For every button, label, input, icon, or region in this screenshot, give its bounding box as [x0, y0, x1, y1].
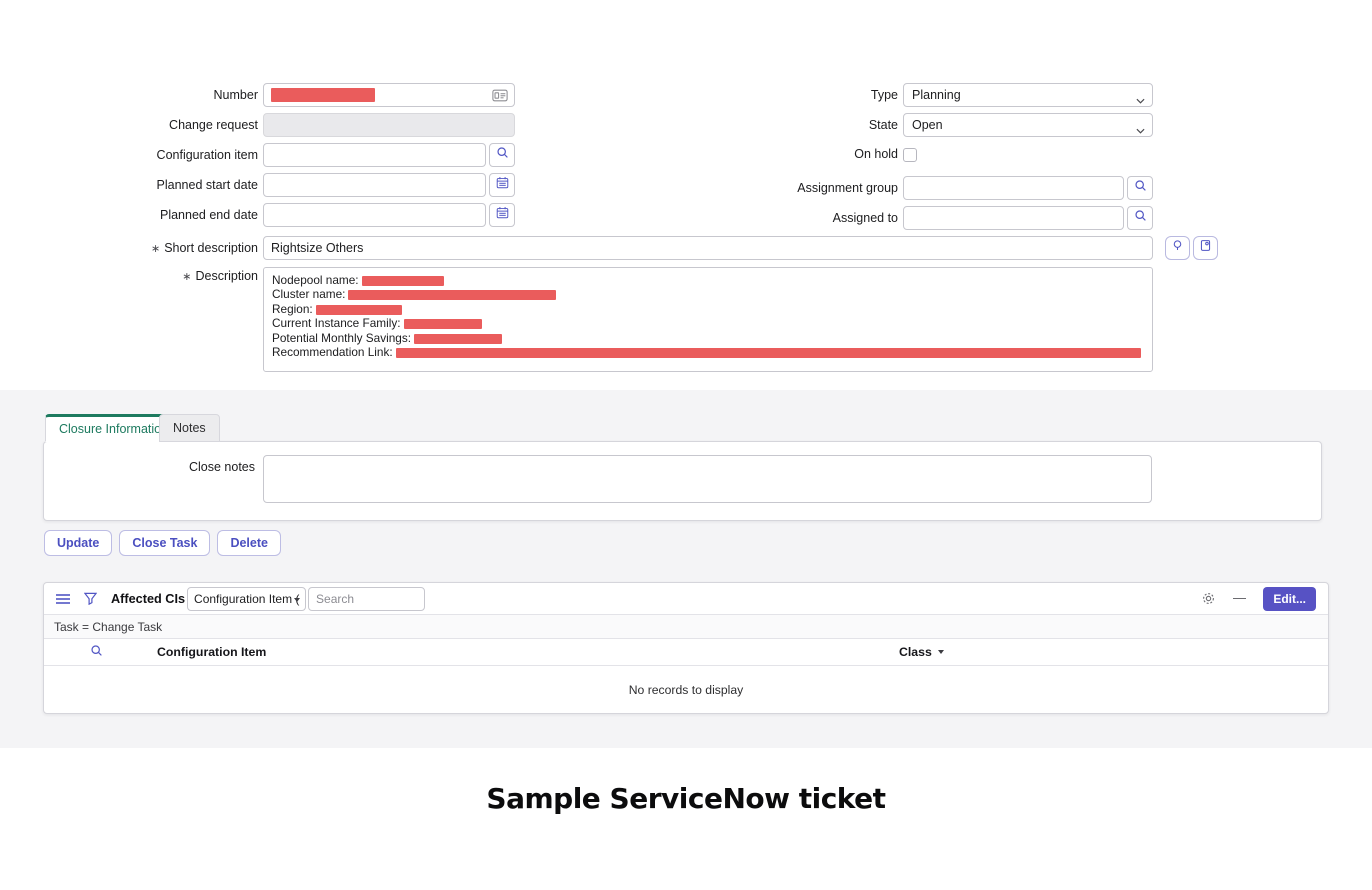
close-notes-textarea[interactable]: [263, 455, 1152, 503]
change-request-field: [263, 113, 515, 137]
column-header-class[interactable]: Class: [899, 645, 944, 659]
description-line: Current Instance Family:: [272, 316, 1144, 330]
affected-cis-toolbar: Affected CIs Configuration Item ( Edit..…: [44, 583, 1328, 614]
type-select[interactable]: Planning: [903, 83, 1153, 107]
chevron-down-icon: [1136, 93, 1145, 107]
assignment-group-field[interactable]: [903, 176, 1124, 200]
caret-down-icon: [938, 650, 944, 654]
assigned-to-field[interactable]: [903, 206, 1124, 230]
update-button[interactable]: Update: [44, 530, 112, 556]
tab-notes[interactable]: Notes: [159, 414, 220, 442]
servicenow-ticket-page: Number Change request Configuration item…: [0, 0, 1372, 890]
preview-record-icon[interactable]: [492, 89, 508, 105]
on-hold-checkbox[interactable]: [903, 148, 917, 162]
planned-start-date-field[interactable]: [263, 173, 486, 197]
form-action-buttons: Update Close Task Delete: [44, 530, 281, 556]
configuration-item-field[interactable]: [263, 143, 486, 167]
list-filter-breadcrumb[interactable]: Task = Change Task: [44, 614, 1328, 638]
redacted-value: [348, 290, 556, 300]
list-header-row: Configuration Item Class: [44, 638, 1328, 666]
description-label: ∗Description: [0, 269, 258, 284]
type-label: Type: [780, 88, 898, 103]
state-select[interactable]: Open: [903, 113, 1153, 137]
planned-start-date-label: Planned start date: [0, 178, 258, 193]
assignment-group-label: Assignment group: [780, 181, 898, 196]
number-label: Number: [0, 88, 258, 103]
redacted-value: [316, 305, 402, 315]
search-icon: [1134, 209, 1147, 227]
configuration-item-label: Configuration item: [0, 148, 258, 163]
image-caption: Sample ServiceNow ticket: [0, 782, 1372, 815]
related-list-controls: Edit...: [1201, 587, 1316, 611]
search-icon: [90, 644, 103, 660]
description-label-row: ∗Description: [0, 269, 258, 284]
redacted-value: [404, 319, 482, 329]
state-label: State: [780, 118, 898, 133]
column-search-button[interactable]: [44, 644, 149, 660]
suggestion-pin-icon: [1171, 239, 1184, 257]
on-hold-row: On hold: [780, 147, 917, 162]
delete-button[interactable]: Delete: [217, 530, 281, 556]
number-field[interactable]: [263, 83, 515, 107]
caret-down-icon: [294, 598, 300, 602]
configuration-item-lookup-button[interactable]: [489, 143, 515, 167]
assignment-group-lookup-button[interactable]: [1127, 176, 1153, 200]
collapse-minus-icon[interactable]: [1233, 598, 1246, 599]
planned-start-date-row: Planned start date: [0, 173, 515, 197]
column-header-configuration-item[interactable]: Configuration Item: [149, 645, 899, 659]
planned-end-date-calendar-button[interactable]: [489, 203, 515, 227]
required-marker: ∗: [182, 270, 191, 283]
empty-list-message: No records to display: [44, 666, 1328, 713]
related-list-title: Affected CIs: [111, 592, 185, 606]
search-icon: [1134, 179, 1147, 197]
description-line: Cluster name:: [272, 287, 1144, 301]
knowledge-book-icon: [1199, 239, 1212, 257]
description-line: Recommendation Link:: [272, 345, 1144, 359]
description-field[interactable]: Nodepool name: Cluster name: Region: Cur…: [263, 267, 1153, 372]
calendar-icon: [496, 206, 509, 224]
affected-cis-card: Affected CIs Configuration Item ( Edit..…: [43, 582, 1329, 714]
short-description-input[interactable]: [263, 236, 1153, 260]
assigned-to-lookup-button[interactable]: [1127, 206, 1153, 230]
list-menu-button[interactable]: [56, 593, 70, 605]
description-line: Nodepool name:: [272, 273, 1144, 287]
chevron-down-icon: [1136, 123, 1145, 137]
assigned-to-row: Assigned to: [780, 206, 1153, 230]
planned-end-date-field[interactable]: [263, 203, 486, 227]
filter-icon[interactable]: [84, 592, 97, 605]
assignment-group-row: Assignment group: [780, 176, 1153, 200]
suggestion-button[interactable]: [1165, 236, 1190, 260]
state-row: State Open: [780, 113, 1153, 137]
change-request-row: Change request: [0, 113, 515, 137]
type-row: Type Planning: [780, 83, 1153, 107]
redacted-value: [414, 334, 502, 344]
knowledge-button[interactable]: [1193, 236, 1218, 260]
list-settings-gear-icon[interactable]: [1201, 591, 1216, 606]
search-icon: [496, 146, 509, 164]
planned-start-date-calendar-button[interactable]: [489, 173, 515, 197]
planned-end-date-label: Planned end date: [0, 208, 258, 223]
change-request-label: Change request: [0, 118, 258, 133]
on-hold-label: On hold: [780, 147, 898, 162]
redacted-value: [396, 348, 1141, 358]
calendar-icon: [496, 176, 509, 194]
number-row: Number: [0, 83, 515, 107]
planned-end-date-row: Planned end date: [0, 203, 515, 227]
short-description-row: ∗Short description: [0, 236, 1153, 260]
close-notes-label: Close notes: [0, 460, 255, 475]
close-task-button[interactable]: Close Task: [119, 530, 210, 556]
search-column-select[interactable]: Configuration Item (: [187, 587, 306, 611]
redacted-value: [362, 276, 444, 286]
description-line: Potential Monthly Savings:: [272, 331, 1144, 345]
description-line: Region:: [272, 302, 1144, 316]
related-list-search-input[interactable]: [308, 587, 425, 611]
edit-button[interactable]: Edit...: [1263, 587, 1316, 611]
assigned-to-label: Assigned to: [780, 211, 898, 226]
redacted-value: [271, 88, 375, 102]
short-description-label: ∗Short description: [0, 241, 258, 256]
configuration-item-row: Configuration item: [0, 143, 515, 167]
required-marker: ∗: [151, 242, 160, 255]
